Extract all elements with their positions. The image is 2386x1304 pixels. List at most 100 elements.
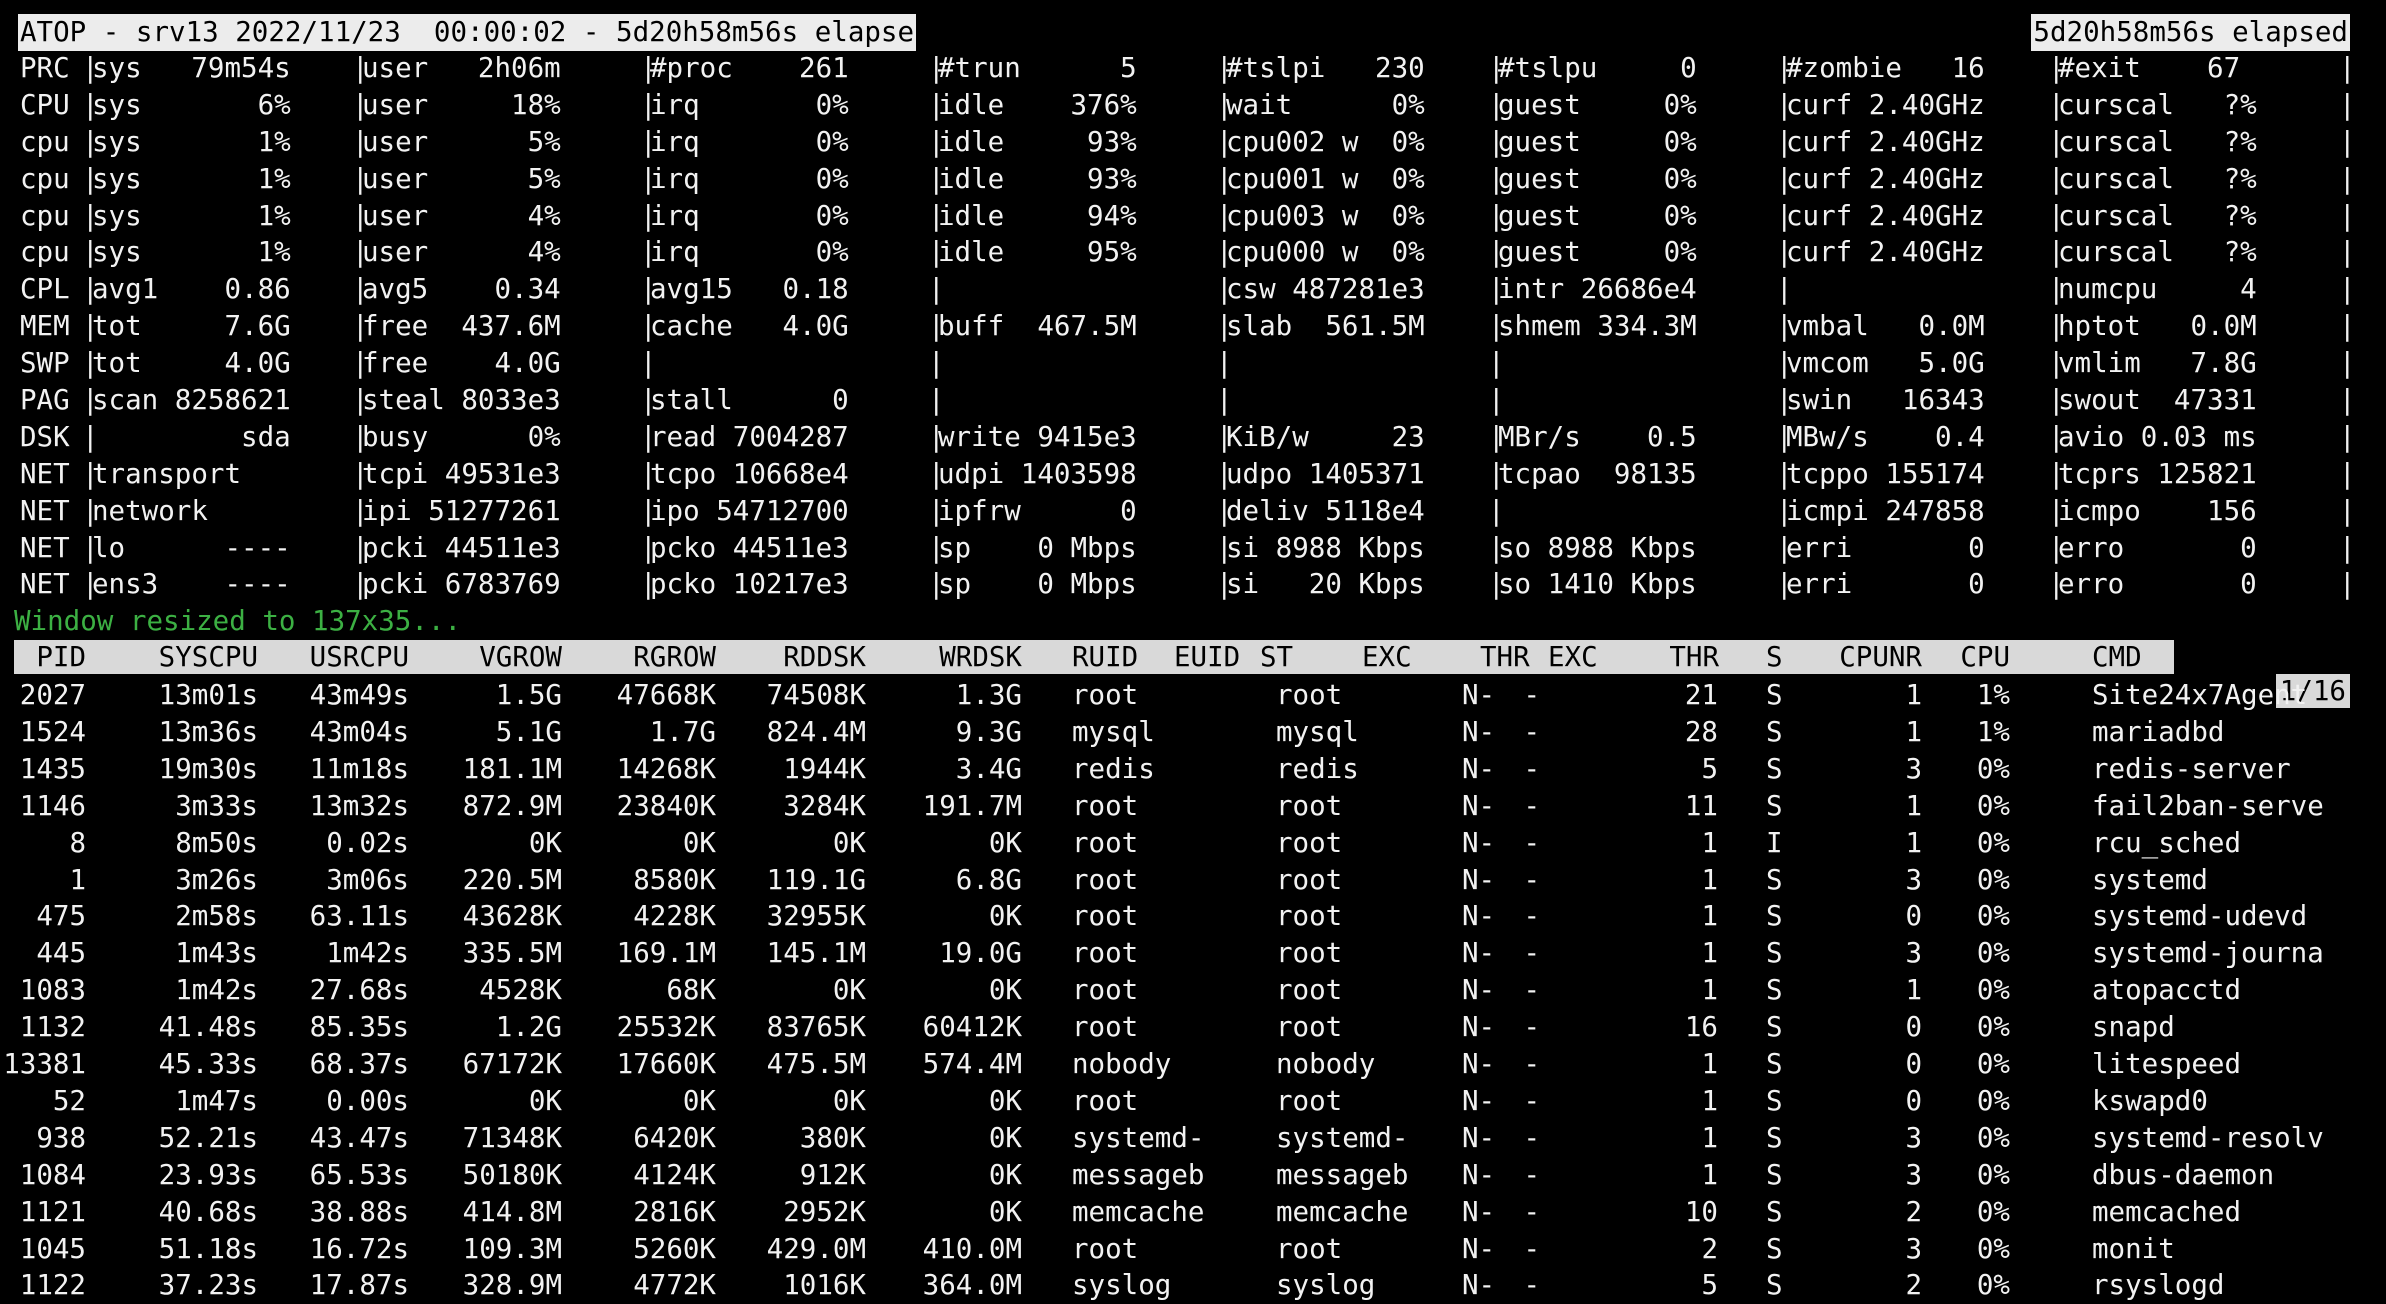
system-stat-cell: irq 0% bbox=[650, 162, 849, 195]
process-cell: N- bbox=[1462, 752, 1496, 785]
column-header[interactable]: EUID bbox=[1174, 640, 1240, 674]
process-cell: redis bbox=[1072, 752, 1155, 785]
system-stat-cell: buff 467.5M bbox=[938, 310, 1137, 343]
process-cell: - bbox=[1523, 679, 1540, 712]
column-header[interactable]: WRDSK bbox=[939, 640, 1022, 674]
process-cell: S bbox=[1766, 1011, 1783, 1044]
table-row[interactable]: 1083 1m42s 27.68s 4528K 68K 0K 0K root root N- - 1 S… bbox=[14, 972, 2374, 1009]
column-header[interactable]: S bbox=[1766, 640, 1783, 674]
column-header[interactable]: VGROW bbox=[479, 640, 562, 674]
process-cell: S bbox=[1766, 863, 1783, 896]
column-separator: | bbox=[2339, 384, 2356, 417]
process-cell: 364.0M bbox=[922, 1269, 1022, 1302]
table-row[interactable]: 1524 13m36s 43m04s 5.1G 1.7G 824.4M 9.3G mysql m… bbox=[14, 714, 2374, 751]
system-stat-cell: sys 6% bbox=[92, 88, 291, 121]
system-stat-cell: idle 376% bbox=[938, 88, 1137, 121]
system-stat-cell: vmcom 5.0G bbox=[1786, 347, 1985, 380]
column-header[interactable]: CPUNR bbox=[1839, 640, 1922, 674]
table-row[interactable]: 8 8m50s 0.02s 0K 0K 0K 0K root root N- - 1 I 1 0% rcu_s… bbox=[14, 825, 2374, 862]
process-cell: N- bbox=[1462, 826, 1496, 859]
process-cell: mariadbd bbox=[2092, 716, 2225, 749]
process-cell: 1 bbox=[1905, 789, 1922, 822]
process-cell: S bbox=[1766, 789, 1783, 822]
table-row[interactable]: 1122 37.23s 17.87s 328.9M 4772K 1016K 364.0M sy… bbox=[14, 1267, 2374, 1304]
atop-terminal[interactable]: ATOP - srv13 2022/11/23 00:00:02 - 5d20h… bbox=[3, 10, 2374, 1304]
system-stat-cell: curf 2.40GHz bbox=[1786, 88, 1985, 121]
process-cell: systemd bbox=[2092, 863, 2208, 896]
process-cell: 1 bbox=[1905, 716, 1922, 749]
system-stat-cell: idle 93% bbox=[938, 125, 1137, 158]
table-row[interactable]: 1435 19m30s 11m18s 181.1M 14268K 1944K 3.4G red… bbox=[14, 751, 2374, 788]
process-cell: 71348K bbox=[462, 1121, 562, 1154]
system-row-label: PRC bbox=[20, 52, 70, 84]
table-row[interactable]: 13381 45.33s 68.37s 67172K 17660K 475.5M 574.4… bbox=[3, 1046, 2374, 1083]
column-separator: | bbox=[2339, 420, 2356, 453]
column-header[interactable]: RUID bbox=[1072, 640, 1138, 674]
system-row-label: cpu bbox=[20, 199, 70, 232]
process-cell: 3 bbox=[1905, 1158, 1922, 1191]
column-header[interactable]: USRCPU bbox=[310, 640, 409, 674]
process-cell: 3 bbox=[1905, 1121, 1922, 1154]
process-cell: 1 bbox=[1701, 900, 1718, 933]
table-row[interactable]: 475 2m58s 63.11s 43628K 4228K 32955K 0K root roo… bbox=[14, 898, 2374, 935]
table-row[interactable]: 938 52.21s 43.47s 71348K 6420K 380K 0K systemd-… bbox=[14, 1120, 2374, 1157]
column-separator: | bbox=[1488, 384, 1505, 417]
process-cell: N- bbox=[1462, 937, 1496, 970]
table-row[interactable]: 1121 40.68s 38.88s 414.8M 2816K 2952K 0K memcac… bbox=[14, 1194, 2374, 1231]
process-cell: root bbox=[1072, 900, 1139, 933]
column-header[interactable]: ST bbox=[1260, 640, 1293, 674]
column-header[interactable]: PID bbox=[36, 640, 86, 674]
table-row[interactable]: 445 1m43s 1m42s 335.5M 169.1M 145.1M 19.0G root… bbox=[14, 935, 2374, 972]
process-cell: 47668K bbox=[616, 679, 716, 712]
process-cell: 2 bbox=[1701, 1232, 1718, 1265]
system-stat-cell: erri 0 bbox=[1786, 531, 1985, 564]
column-header[interactable]: SYSCPU bbox=[159, 640, 258, 674]
process-cell: root bbox=[1276, 974, 1343, 1007]
system-stat-cell: tcprs 125821 bbox=[2058, 457, 2257, 490]
column-header[interactable]: THR bbox=[1480, 640, 1530, 674]
column-header[interactable]: EXC bbox=[1362, 640, 1412, 674]
process-cell: mysql bbox=[1072, 716, 1155, 749]
system-stat-cell: guest 0% bbox=[1498, 199, 1697, 232]
column-header[interactable]: RDDSK bbox=[783, 640, 866, 674]
system-stat-cell: swin 16343 bbox=[1786, 384, 1985, 417]
process-cell: 335.5M bbox=[462, 937, 562, 970]
column-header[interactable]: CMD bbox=[2092, 640, 2142, 674]
system-stat-cell: curscal ?% bbox=[2058, 88, 2257, 121]
system-stat-cell: irq 0% bbox=[650, 199, 849, 232]
column-header[interactable]: EXC bbox=[1548, 640, 1598, 674]
process-cell: 0% bbox=[1976, 1158, 2010, 1191]
process-cell: memcache bbox=[1072, 1195, 1205, 1228]
system-stat-cell: #zombie 16 bbox=[1786, 52, 1985, 84]
system-row: NET | | | | | | | | | transport tcpi 49531e3 tcpo 1… bbox=[14, 456, 2374, 493]
column-separator: | bbox=[2339, 236, 2356, 269]
table-row[interactable]: 1 3m26s 3m06s 220.5M 8580K 119.1G 6.8G root root… bbox=[14, 862, 2374, 899]
process-cell: - bbox=[1523, 1232, 1540, 1265]
table-row[interactable]: 2027 13m01s 43m49s 1.5G 47668K 74508K 1.3G root… bbox=[14, 677, 2374, 714]
column-separator: | bbox=[1488, 347, 1505, 380]
system-stat-cell: erro 0 bbox=[2058, 531, 2257, 564]
column-separator: | bbox=[2339, 88, 2356, 121]
system-stat-cell: user 4% bbox=[362, 236, 561, 269]
system-stat-cell: read 7004287 bbox=[650, 420, 849, 453]
column-separator: | bbox=[1216, 384, 1233, 417]
column-header[interactable]: RGROW bbox=[633, 640, 716, 674]
table-row[interactable]: 1045 51.18s 16.72s 109.3M 5260K 429.0M 410.0M r… bbox=[14, 1231, 2374, 1268]
system-row: PRC | | | | | | | | | sys 79m54s user 2h06m #proc 26… bbox=[14, 50, 2374, 87]
process-cell: 3 bbox=[1905, 863, 1922, 896]
table-row[interactable]: 1132 41.48s 85.35s 1.2G 25532K 83765K 60412K ro… bbox=[14, 1009, 2374, 1046]
process-cell: - bbox=[1523, 900, 1540, 933]
column-header[interactable]: THR bbox=[1669, 640, 1719, 674]
process-cell: Site24x7Agent bbox=[2092, 679, 2308, 712]
process-cell: root bbox=[1276, 937, 1343, 970]
process-cell: 0 bbox=[1905, 1011, 1922, 1044]
table-row[interactable]: 52 1m47s 0.00s 0K 0K 0K 0K root root N- - 1 S 0 0% kswa… bbox=[14, 1083, 2374, 1120]
process-cell: nobody bbox=[1276, 1048, 1376, 1081]
column-header[interactable]: CPU bbox=[1960, 640, 2010, 674]
table-row[interactable]: 1146 3m33s 13m32s 872.9M 23840K 3284K 191.7M ro… bbox=[14, 788, 2374, 825]
system-stat-cell: pcki 6783769 bbox=[362, 568, 561, 601]
process-list[interactable]: 2027 13m01s 43m49s 1.5G 47668K 74508K 1.3G root… bbox=[3, 677, 2374, 1304]
process-cell: 4772K bbox=[633, 1269, 716, 1302]
system-stat-cell: si 20 Kbps bbox=[1226, 568, 1425, 601]
table-row[interactable]: 1084 23.93s 65.53s 50180K 4124K 912K 0K message… bbox=[14, 1157, 2374, 1194]
